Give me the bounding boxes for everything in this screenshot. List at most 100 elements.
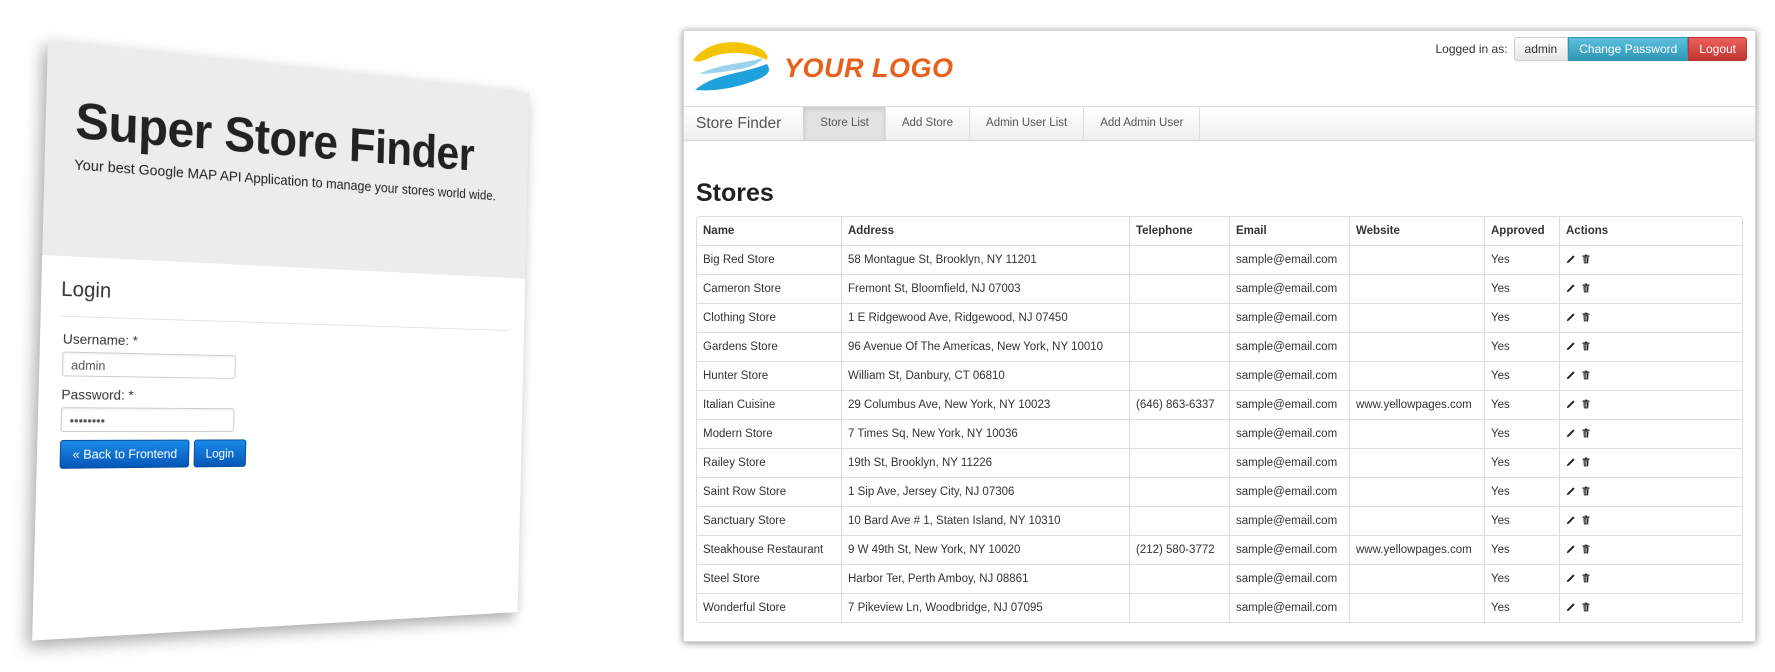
column-header-website: Website [1349, 217, 1484, 245]
navbar-brand[interactable]: Store Finder [684, 107, 803, 140]
cell-website: www.yellowpages.com [1349, 535, 1484, 564]
logout-button[interactable]: Logout [1688, 37, 1747, 61]
cell-telephone [1129, 564, 1229, 593]
table-row: Saint Row Store 1 Sip Ave, Jersey City, N… [697, 477, 1742, 506]
trash-icon[interactable] [1581, 544, 1591, 554]
logged-in-label: Logged in as: [1435, 42, 1508, 56]
table-header-row: Name Address Telephone Email Website App… [697, 217, 1742, 245]
cell-name: Hunter Store [697, 361, 841, 390]
change-password-button[interactable]: Change Password [1568, 37, 1689, 61]
cell-actions [1559, 506, 1742, 535]
trash-icon[interactable] [1581, 602, 1591, 612]
edit-icon[interactable] [1566, 428, 1576, 438]
password-input[interactable]: •••••••• [60, 407, 235, 433]
cell-approved: Yes [1484, 477, 1559, 506]
page-title: Stores [696, 179, 774, 207]
cell-email: sample@email.com [1229, 564, 1349, 593]
cell-website [1349, 593, 1484, 622]
edit-icon[interactable] [1566, 486, 1576, 496]
edit-icon[interactable] [1566, 370, 1576, 380]
user-button[interactable]: admin [1513, 37, 1569, 61]
nav-store-list[interactable]: Store List [803, 107, 886, 140]
cell-actions [1559, 535, 1742, 564]
cell-approved: Yes [1484, 535, 1559, 564]
cell-website [1349, 361, 1484, 390]
trash-icon[interactable] [1581, 341, 1591, 351]
cell-actions [1559, 332, 1742, 361]
trash-icon[interactable] [1581, 283, 1591, 293]
column-header-actions: Actions [1559, 217, 1742, 245]
back-to-frontend-button[interactable]: « Back to Frontend [59, 439, 190, 469]
cell-email: sample@email.com [1229, 477, 1349, 506]
login-body: Login Username: * admin Password: * ••••… [36, 255, 525, 489]
cell-approved: Yes [1484, 593, 1559, 622]
cell-address: 58 Montague St, Brooklyn, NY 11201 [841, 245, 1129, 274]
cell-approved: Yes [1484, 448, 1559, 477]
trash-icon[interactable] [1581, 428, 1591, 438]
password-label: Password: * [61, 386, 134, 403]
cell-telephone [1129, 419, 1229, 448]
table-row: Clothing Store 1 E Ridgewood Ave, Ridgewo… [697, 303, 1742, 332]
cell-address: 19th St, Brooklyn, NY 11226 [841, 448, 1129, 477]
trash-icon[interactable] [1581, 457, 1591, 467]
navbar: Store Finder Store List Add Store Admin … [684, 106, 1755, 141]
cell-address: 7 Pikeview Ln, Woodbridge, NJ 07095 [841, 593, 1129, 622]
edit-icon[interactable] [1566, 515, 1576, 525]
cell-actions [1559, 390, 1742, 419]
cell-telephone [1129, 448, 1229, 477]
edit-icon[interactable] [1566, 254, 1576, 264]
cell-name: Cameron Store [697, 274, 841, 303]
cell-approved: Yes [1484, 274, 1559, 303]
column-header-telephone: Telephone [1129, 217, 1229, 245]
cell-telephone [1129, 477, 1229, 506]
cell-address: 96 Avenue Of The Americas, New York, NY … [841, 332, 1129, 361]
cell-telephone [1129, 274, 1229, 303]
cell-name: Saint Row Store [697, 477, 841, 506]
cell-actions [1559, 245, 1742, 274]
login-button[interactable]: Login [193, 439, 247, 468]
trash-icon[interactable] [1581, 515, 1591, 525]
cell-name: Gardens Store [697, 332, 841, 361]
cell-approved: Yes [1484, 332, 1559, 361]
nav-admin-user-list[interactable]: Admin User List [970, 107, 1085, 140]
cell-website [1349, 303, 1484, 332]
edit-icon[interactable] [1566, 341, 1576, 351]
edit-icon[interactable] [1566, 602, 1576, 612]
cell-approved: Yes [1484, 390, 1559, 419]
trash-icon[interactable] [1581, 573, 1591, 583]
trash-icon[interactable] [1581, 312, 1591, 322]
trash-icon[interactable] [1581, 370, 1591, 380]
edit-icon[interactable] [1566, 312, 1576, 322]
edit-icon[interactable] [1566, 283, 1576, 293]
edit-icon[interactable] [1566, 457, 1576, 467]
main-content: Stores Name Address Telephone Email Webs… [684, 179, 1755, 623]
edit-icon[interactable] [1566, 573, 1576, 583]
column-header-name: Name [703, 225, 735, 237]
trash-icon[interactable] [1581, 486, 1591, 496]
trash-icon[interactable] [1581, 254, 1591, 264]
cell-actions [1559, 564, 1742, 593]
table-row: Modern Store 7 Times Sq, New York, NY 100… [697, 419, 1742, 448]
nav-add-store[interactable]: Add Store [886, 107, 971, 140]
cell-address: 1 Sip Ave, Jersey City, NJ 07306 [841, 477, 1129, 506]
cell-telephone [1129, 303, 1229, 332]
cell-telephone: (646) 863-6337 [1129, 390, 1229, 419]
username-input[interactable]: admin [61, 351, 237, 379]
cell-email: sample@email.com [1229, 274, 1349, 303]
cell-email: sample@email.com [1229, 593, 1349, 622]
table-row: Gardens Store 96 Avenue Of The Americas, … [697, 332, 1742, 361]
trash-icon[interactable] [1581, 399, 1591, 409]
cell-website [1349, 274, 1484, 303]
table-row: Italian Cuisine 29 Columbus Ave, New York… [697, 390, 1742, 419]
cell-address: Fremont St, Bloomfield, NJ 07003 [841, 274, 1129, 303]
edit-icon[interactable] [1566, 399, 1576, 409]
table-row: Railey Store 19th St, Brooklyn, NY 11226 s… [697, 448, 1742, 477]
nav-add-admin-user[interactable]: Add Admin User [1084, 107, 1201, 140]
cell-website [1349, 564, 1484, 593]
cell-email: sample@email.com [1229, 332, 1349, 361]
cell-actions [1559, 303, 1742, 332]
cell-approved: Yes [1484, 361, 1559, 390]
cell-approved: Yes [1484, 564, 1559, 593]
edit-icon[interactable] [1566, 544, 1576, 554]
table-row: Wonderful Store 7 Pikeview Ln, Woodbridge… [697, 593, 1742, 622]
